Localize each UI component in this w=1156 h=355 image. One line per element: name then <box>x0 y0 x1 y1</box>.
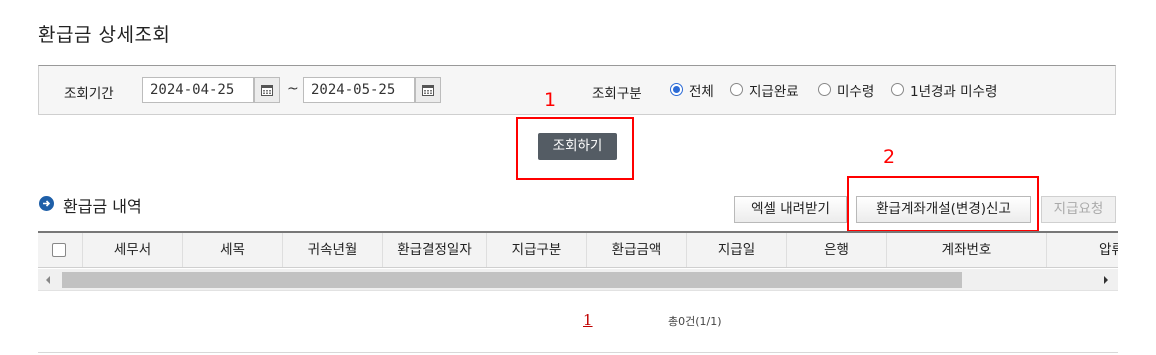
start-date-input[interactable]: 2024-04-25 <box>142 77 254 103</box>
divider <box>38 352 1118 353</box>
column-header: 세무서 <box>82 233 182 267</box>
radio-year-unclaimed-label[interactable]: 1년경과 미수령 <box>910 80 997 100</box>
period-label: 조회기간 <box>64 86 114 102</box>
total-count: 총0건(1/1) <box>668 315 722 328</box>
date-separator: ~ <box>287 81 299 97</box>
radio-year-unclaimed[interactable] <box>891 83 904 96</box>
horizontal-scrollbar[interactable] <box>38 269 1118 291</box>
page-title: 환급금 상세조회 <box>38 24 171 46</box>
page-number[interactable]: 1 <box>583 311 593 329</box>
radio-all[interactable] <box>670 83 683 96</box>
payment-request-button[interactable]: 지급요청 <box>1041 196 1116 223</box>
radio-paid[interactable] <box>730 83 743 96</box>
radio-all-label[interactable]: 전체 <box>689 80 714 100</box>
column-header: 압류 <box>1046 233 1118 267</box>
column-header: 환급결정일자 <box>382 233 486 267</box>
column-header: 은행 <box>786 233 886 267</box>
start-calendar-icon[interactable] <box>254 77 280 103</box>
end-date-input[interactable]: 2024-05-25 <box>303 77 415 103</box>
column-header: 세목 <box>182 233 282 267</box>
column-header: 지급일 <box>686 233 786 267</box>
end-calendar-icon[interactable] <box>415 77 441 103</box>
column-header: 계좌번호 <box>886 233 1046 267</box>
search-button[interactable]: 조회하기 <box>538 133 617 160</box>
scroll-left-icon[interactable] <box>44 275 52 285</box>
radio-unclaimed-label[interactable]: 미수령 <box>837 80 874 100</box>
annotation-number: 2 <box>883 146 896 168</box>
account-report-button[interactable]: 환급계좌개설(변경)신고 <box>856 196 1031 223</box>
radio-unclaimed[interactable] <box>818 83 831 96</box>
radio-paid-label[interactable]: 지급완료 <box>749 80 799 100</box>
type-label: 조회구분 <box>592 86 642 102</box>
scroll-right-icon[interactable] <box>1102 275 1110 285</box>
column-header: 지급구분 <box>486 233 586 267</box>
annotation-number: 1 <box>544 89 557 111</box>
excel-download-button[interactable]: 엑셀 내려받기 <box>734 196 847 223</box>
table-header: 세무서 세목 귀속년월 환급결정일자 지급구분 환급금액 지급일 은행 계좌번호… <box>38 231 1118 268</box>
column-header: 귀속년월 <box>282 233 382 267</box>
scroll-thumb[interactable] <box>62 272 962 288</box>
column-header: 환급금액 <box>586 233 686 267</box>
select-all-checkbox[interactable] <box>52 243 66 257</box>
arrow-circle-icon <box>39 196 54 211</box>
section-title: 환급금 내역 <box>63 197 142 216</box>
